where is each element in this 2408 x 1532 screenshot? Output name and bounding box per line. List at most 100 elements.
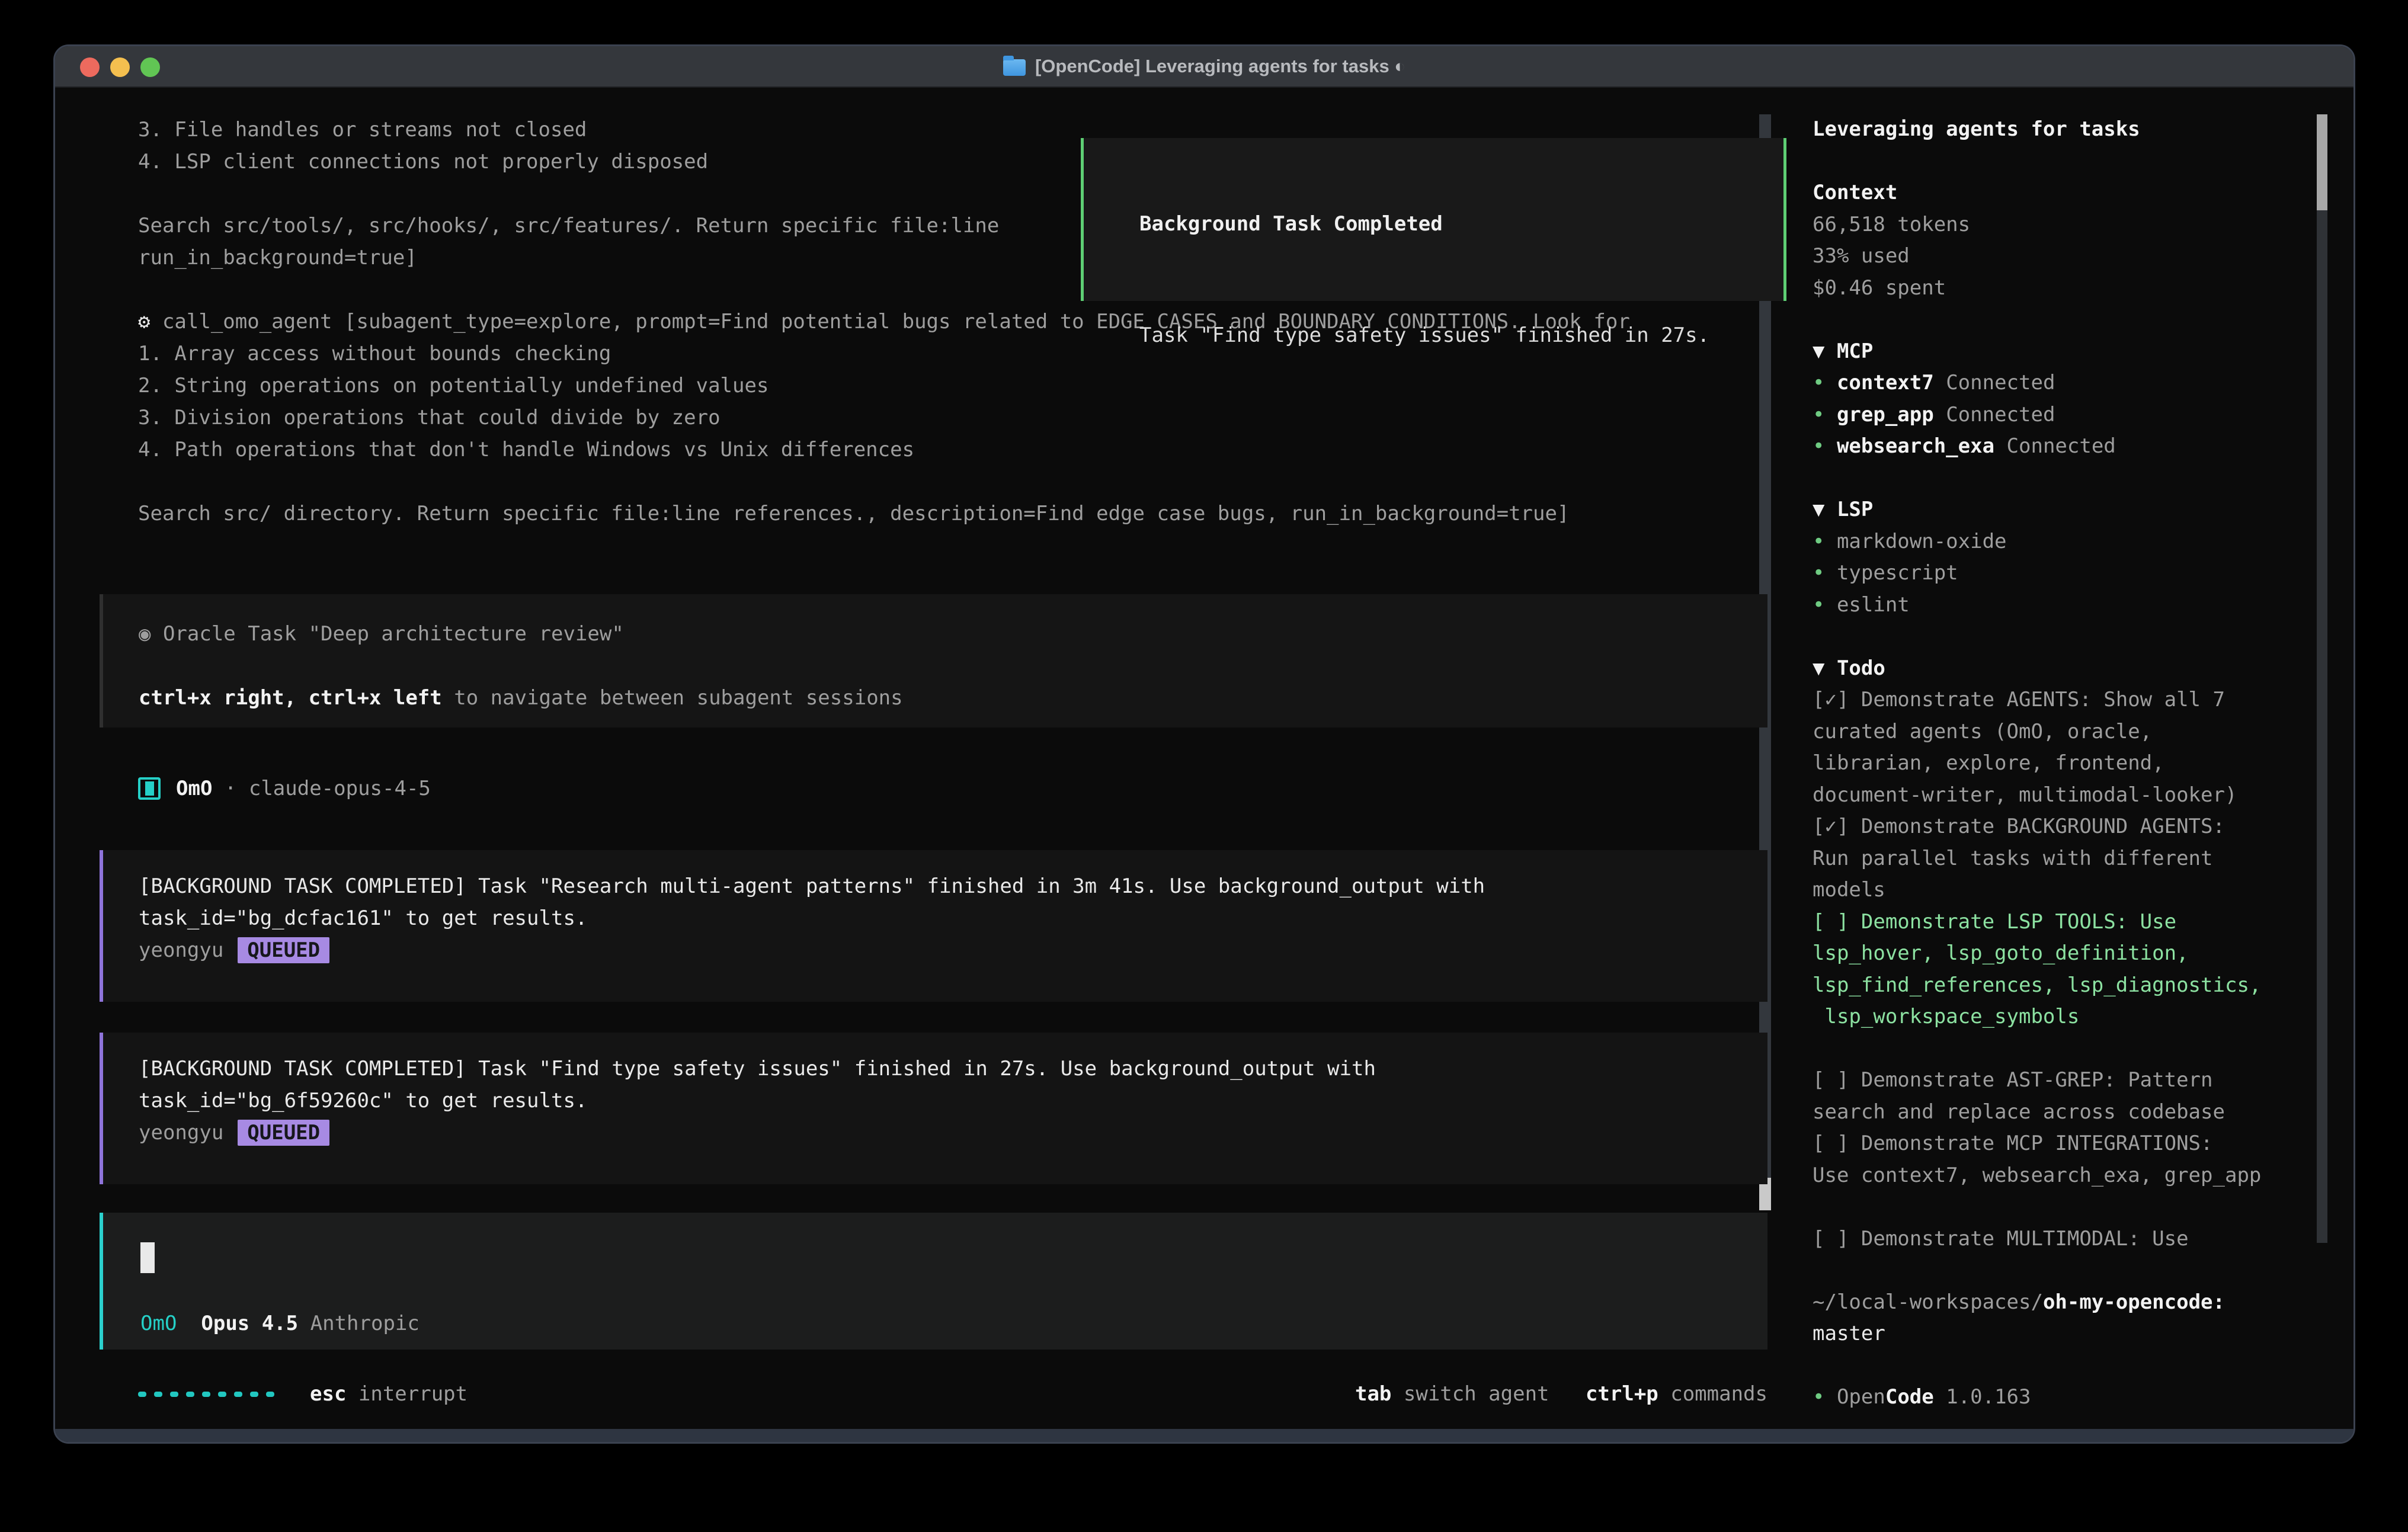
- text-segment: ~/local-workspaces/: [1813, 1290, 2043, 1314]
- text-segment: Use context7, websearch_exa, grep_app: [1813, 1164, 2261, 1187]
- text-segment: grep_app: [1837, 403, 1934, 427]
- close-button[interactable]: [80, 57, 100, 77]
- text-segment: websearch_exa: [1837, 434, 1994, 458]
- folder-icon: [1003, 59, 1026, 76]
- sidebar-line: [1813, 1191, 2322, 1223]
- text-segment: to navigate between subagent sessions: [442, 686, 903, 710]
- text-segment: [BACKGROUND TASK COMPLETED] Task "Find t…: [139, 1057, 1376, 1081]
- sidebar-line: lsp_hover, lsp_goto_definition,: [1813, 938, 2322, 970]
- progress-dot: [250, 1392, 258, 1397]
- text-segment: ◉ Oracle Task "Deep architecture review": [139, 622, 624, 646]
- sidebar-line: • eslint: [1813, 589, 2322, 621]
- terminal-line: [138, 466, 1821, 498]
- zoom-button[interactable]: [140, 57, 160, 77]
- notification-body: Task "Find type safety issues" finished …: [1139, 319, 1760, 351]
- notification-title: Background Task Completed: [1139, 208, 1760, 240]
- text-segment: ▼ LSP: [1813, 498, 1873, 521]
- text-segment: ⚙: [138, 310, 162, 334]
- text-segment: lsp_hover, lsp_goto_definition,: [1813, 941, 2189, 965]
- omo-agent-icon: [138, 777, 161, 800]
- text-segment: Search src/ directory. Return specific f…: [138, 502, 1569, 525]
- text-segment: oh-my-opencode:: [2043, 1290, 2225, 1314]
- interrupt-hint: esc interrupt: [310, 1378, 467, 1410]
- text-segment: [ ] Demonstrate AST-GREP: Pattern: [1813, 1068, 2213, 1092]
- window-title-wrap: [OpenCode] Leveraging agents for tasks ◐: [1003, 56, 1405, 77]
- progress-dot: [218, 1392, 226, 1397]
- progress-dot: [138, 1392, 146, 1397]
- text-segment: Connected: [1934, 403, 2055, 427]
- oracle-line: [139, 650, 1767, 682]
- text-segment: yeongyu: [139, 938, 223, 962]
- sidebar-line: Run parallel tasks with different: [1813, 843, 2322, 875]
- text-segment: task_id="bg_6f59260c" to get results.: [139, 1089, 587, 1113]
- sidebar-line: document-writer, multimodal-looker): [1813, 780, 2322, 812]
- text-segment: [✓] Demonstrate BACKGROUND AGENTS:: [1813, 815, 2225, 838]
- text-segment: [✓] Demonstrate AGENTS: Show all 7: [1813, 688, 2225, 711]
- text-segment: commands: [1658, 1382, 1767, 1406]
- text-segment: [177, 1312, 201, 1335]
- text-segment: 66,518 tokens: [1813, 213, 1970, 236]
- sidebar-line: Leveraging agents for tasks: [1813, 114, 2322, 146]
- text-segment: Connected: [1994, 434, 2116, 458]
- oracle-task-box: ◉ Oracle Task "Deep architecture review"…: [100, 594, 1767, 727]
- text-segment: •: [1813, 1385, 1837, 1409]
- progress-dot: [170, 1392, 178, 1397]
- status-bar: esc interrupt tab switch agent ctrl+p co…: [138, 1378, 1767, 1410]
- task-block-line: task_id="bg_6f59260c" to get results.: [139, 1085, 1767, 1117]
- progress-dot: [154, 1392, 162, 1397]
- text-segment: ▼ Todo: [1813, 656, 1885, 680]
- text-segment: •: [1813, 371, 1837, 395]
- text-segment: Leveraging agents for tasks: [1813, 117, 2140, 141]
- sidebar-line: • context7 Connected: [1813, 367, 2322, 399]
- text-segment: 3. Division operations that could divide…: [138, 406, 721, 430]
- task-block-research-multi-agent[interactable]: [BACKGROUND TASK COMPLETED] Task "Resear…: [100, 850, 1767, 1002]
- background-task-notification: Background Task Completed Task "Find typ…: [1081, 138, 1786, 301]
- sidebar-line: librarian, explore, frontend,: [1813, 748, 2322, 780]
- titlebar[interactable]: [OpenCode] Leveraging agents for tasks ◐: [55, 46, 2353, 88]
- sidebar-line: [ ] Demonstrate MCP INTEGRATIONS:: [1813, 1128, 2322, 1160]
- sidebar-line: search and replace across codebase: [1813, 1097, 2322, 1129]
- window-bottom-edge: [55, 1429, 2353, 1442]
- text-segment: [ ] Demonstrate MCP INTEGRATIONS:: [1813, 1132, 2213, 1155]
- text-segment: ▼ MCP: [1813, 339, 1873, 363]
- text-segment: $0.46 spent: [1813, 276, 1946, 300]
- progress-dot: [234, 1392, 242, 1397]
- oracle-line: ◉ Oracle Task "Deep architecture review": [139, 618, 1767, 650]
- sidebar-line: • websearch_exa Connected: [1813, 431, 2322, 463]
- sidebar-line: models: [1813, 874, 2322, 906]
- text-segment: typescript: [1837, 561, 1958, 585]
- text-segment: lsp_workspace_symbols: [1813, 1005, 2079, 1028]
- prompt-input[interactable]: OmO Opus 4.5 Anthropic: [100, 1213, 1767, 1350]
- text-segment: Run parallel tasks with different: [1813, 847, 2213, 870]
- text-segment: •: [1813, 434, 1837, 458]
- text-segment: 2. String operations on potentially unde…: [138, 374, 768, 398]
- text-segment: •: [1813, 561, 1837, 585]
- text-segment: [ ] Demonstrate MULTIMODAL: Use: [1813, 1227, 2189, 1251]
- sidebar-line: ▼ Todo: [1813, 653, 2322, 685]
- text-segment: [1549, 1382, 1586, 1406]
- minimize-button[interactable]: [110, 57, 130, 77]
- text-segment: 1.0.163: [1934, 1385, 2031, 1409]
- progress-dots-icon: [138, 1392, 274, 1397]
- text-segment: interrupt: [346, 1382, 467, 1406]
- text-segment: 4. LSP client connections not properly d…: [138, 150, 708, 174]
- sidebar-line: ▼ MCP: [1813, 336, 2322, 368]
- sidebar-line: Use context7, websearch_exa, grep_app: [1813, 1160, 2322, 1192]
- sidebar-line: master: [1813, 1318, 2322, 1350]
- sidebar-line: • OpenCode 1.0.163: [1813, 1382, 2322, 1414]
- text-segment: esc: [310, 1382, 346, 1406]
- sidebar-line: 33% used: [1813, 241, 2322, 273]
- sidebar-line: [1813, 1350, 2322, 1382]
- terminal-window: [OpenCode] Leveraging agents for tasks ◐…: [53, 44, 2355, 1444]
- task-block-find-type-safety[interactable]: [BACKGROUND TASK COMPLETED] Task "Find t…: [100, 1033, 1767, 1184]
- text-segment: Search src/tools/, src/hooks/, src/featu…: [138, 214, 999, 238]
- queued-badge: QUEUED: [238, 1120, 329, 1146]
- text-segment: Code: [1885, 1385, 1934, 1409]
- sidebar-line: [1813, 1033, 2322, 1065]
- text-segment: ·: [212, 777, 248, 800]
- text-segment: ctrl+x right, ctrl+x left: [139, 686, 442, 710]
- agent-header-line: OmO · claude-opus-4-5: [176, 773, 431, 805]
- text-segment: [ ] Demonstrate LSP TOOLS: Use: [1813, 910, 2176, 934]
- sidebar-line: [1813, 621, 2322, 653]
- text-segment: ctrl+p: [1586, 1382, 1658, 1406]
